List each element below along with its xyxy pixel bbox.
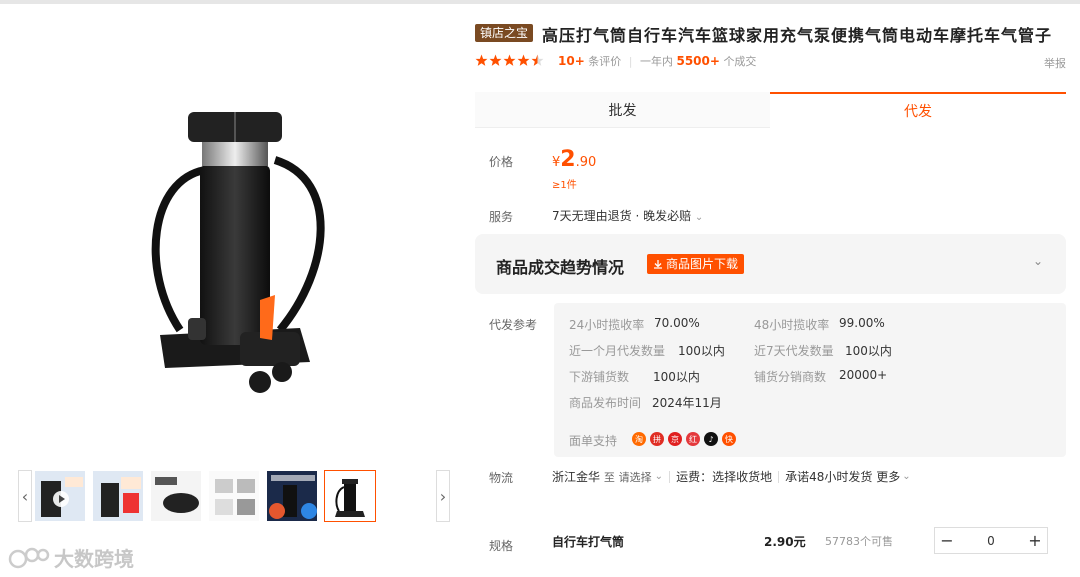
deals-label: 个成交 xyxy=(723,55,757,68)
logistics-row: 浙江金华 至 请选择 ⌄ 运费：选择收货地 承诺48小时发货 更多 ⌄ xyxy=(552,468,911,485)
thumbnail-4[interactable] xyxy=(208,470,260,522)
minus-button[interactable]: − xyxy=(935,528,959,553)
destination-select[interactable]: 请选择 xyxy=(619,469,652,485)
ship-promise: 承诺48小时发货 xyxy=(785,470,873,484)
stat-label: 24小时揽收率 xyxy=(569,318,645,332)
star-icon xyxy=(475,54,488,66)
stat-value: 20000+ xyxy=(839,368,888,382)
reference-panel: 24小时揽收率 70.00% 48小时揽收率 99.00% 近一个月代发数量 1… xyxy=(554,303,1066,457)
stat-value: 2024年11月 xyxy=(652,396,722,410)
spec-name: 自行车打气筒 xyxy=(552,535,625,549)
stat-label: 铺货分销商数 xyxy=(754,370,827,384)
star-icon xyxy=(489,54,502,66)
star-half-icon xyxy=(531,54,544,66)
rating-stars xyxy=(475,54,544,67)
watermark-text: 大数跨境 xyxy=(54,546,134,571)
stat-value: 70.00% xyxy=(654,316,700,330)
stat-value: 100以内 xyxy=(678,344,725,358)
trend-title: 商品成交趋势情况 xyxy=(496,258,625,277)
image-download-button[interactable]: 商品图片下载 xyxy=(647,254,745,274)
taobao-icon: 淘 xyxy=(632,432,646,446)
star-icon xyxy=(517,54,530,66)
rating-summary: 10+ 条评价 | 一年内 5500+ 个成交 xyxy=(558,54,757,68)
chevron-down-icon[interactable]: ⌄ xyxy=(1033,254,1043,268)
download-icon xyxy=(654,260,662,269)
product-title: 高压打气筒自行车汽车篮球家用充气泵便携气筒电动车摩托车气管子 xyxy=(542,26,1053,45)
thumbnail-strip: ‹ › xyxy=(18,470,452,524)
xiaohongshu-icon: 红 xyxy=(686,432,700,446)
stat-value: 99.00% xyxy=(839,316,885,330)
spec-label: 规格 xyxy=(489,539,514,553)
stat-value: 100以内 xyxy=(653,370,700,384)
more-link[interactable]: 更多 xyxy=(876,468,900,485)
thumbnail-1[interactable] xyxy=(34,470,86,522)
review-count[interactable]: 10+ xyxy=(558,54,585,68)
stat-label: 下游铺货数 xyxy=(569,370,630,384)
plus-button[interactable]: + xyxy=(1023,528,1047,553)
year-label: 一年内 xyxy=(639,55,673,68)
price-label: 价格 xyxy=(489,155,514,169)
platform-label: 面单支持 xyxy=(569,434,618,448)
image-download-label: 商品图片下载 xyxy=(666,257,739,271)
price-currency: ¥ xyxy=(552,155,561,170)
thumbnail-3[interactable] xyxy=(150,470,202,522)
deals-count: 5500+ xyxy=(676,54,720,68)
spec-stock: 57783个可售 xyxy=(825,535,893,548)
shipping-fee: 运费：选择收货地 xyxy=(676,470,773,484)
kuaishou-icon: 快 xyxy=(722,432,736,446)
star-icon xyxy=(503,54,516,66)
quantity-input[interactable]: 0 xyxy=(959,534,1023,548)
chevron-down-icon[interactable]: ⌄ xyxy=(655,471,663,482)
thumbnail-6-selected[interactable] xyxy=(324,470,376,522)
spec-price: 2.90元 xyxy=(764,535,806,549)
quantity-stepper: − 0 + xyxy=(934,527,1048,554)
reference-label: 代发参考 xyxy=(489,318,538,332)
douyin-icon: ♪ xyxy=(704,432,718,446)
chevron-down-icon[interactable]: ⌄ xyxy=(902,471,910,482)
stat-label: 近一个月代发数量 xyxy=(569,344,666,358)
divider xyxy=(669,470,671,483)
stat-value: 100以内 xyxy=(845,344,892,358)
chevron-down-icon: ⌄ xyxy=(694,212,704,223)
price-integer: 2 xyxy=(560,147,576,172)
shop-treasure-badge: 镇店之宝 xyxy=(475,24,534,42)
service-label: 服务 xyxy=(489,210,514,224)
logistics-to: 至 xyxy=(603,470,615,484)
thumbnail-prev-arrow-icon[interactable]: ‹ xyxy=(18,470,32,522)
stat-label: 48小时揽收率 xyxy=(754,318,830,332)
jd-icon: 京 xyxy=(668,432,682,446)
divider xyxy=(778,470,780,483)
tab-wholesale[interactable]: 批发 xyxy=(475,92,770,128)
platform-icons: 淘 拼 京 红 ♪ 快 xyxy=(632,432,736,446)
report-link[interactable]: 举报 xyxy=(1044,55,1066,71)
top-bar xyxy=(0,0,1080,4)
min-quantity: ≥1件 xyxy=(552,180,577,191)
thumbnail-2[interactable] xyxy=(92,470,144,522)
tab-dropship[interactable]: 代发 xyxy=(770,92,1066,128)
pinduoduo-icon: 拼 xyxy=(650,432,664,446)
price-decimal: .90 xyxy=(575,155,597,170)
logistics-origin: 浙江金华 xyxy=(552,470,601,484)
review-label: 条评价 xyxy=(588,55,622,68)
product-main-image[interactable] xyxy=(110,70,360,410)
trend-panel[interactable]: 商品成交趋势情况 商品图片下载 ⌄ xyxy=(475,234,1066,294)
stat-label: 商品发布时间 xyxy=(569,396,642,410)
watermark-logo-icon xyxy=(8,547,50,569)
thumbnail-5[interactable] xyxy=(266,470,318,522)
service-text[interactable]: 7天无理由退货 · 晚发必赔 ⌄ xyxy=(552,207,703,224)
watermark: 大数跨境 xyxy=(8,542,148,572)
stat-label: 近7天代发数量 xyxy=(754,344,834,358)
service-text-value: 7天无理由退货 · 晚发必赔 xyxy=(552,209,692,223)
logistics-label: 物流 xyxy=(489,471,514,485)
price-value: ¥ 2 .90 xyxy=(552,147,596,172)
thumbnail-next-arrow-icon[interactable]: › xyxy=(436,470,450,522)
